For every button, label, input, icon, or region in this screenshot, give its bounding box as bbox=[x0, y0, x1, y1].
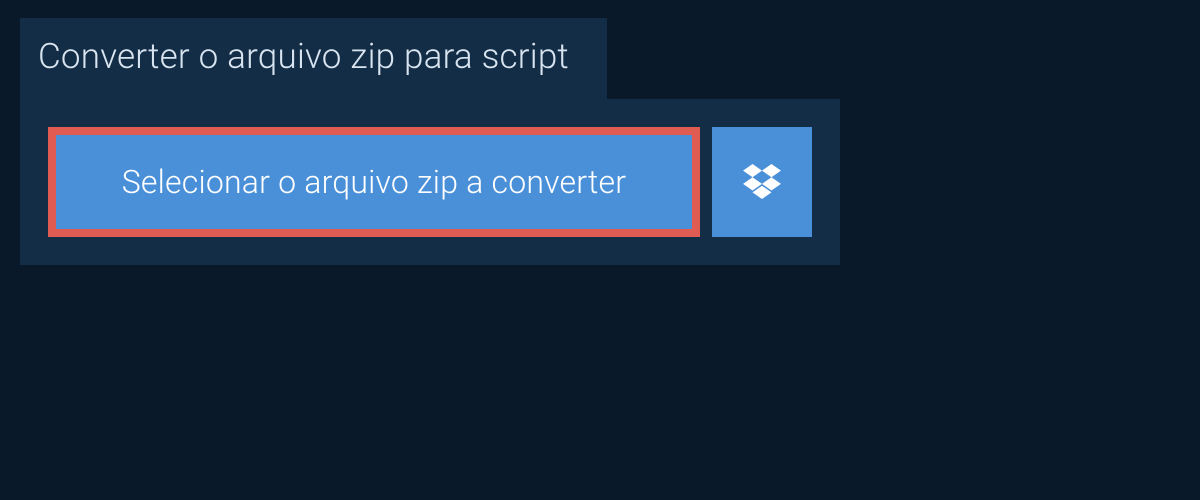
dropbox-icon bbox=[743, 164, 781, 200]
select-file-button[interactable]: Selecionar o arquivo zip a converter bbox=[48, 127, 700, 237]
tab-convert-zip[interactable]: Converter o arquivo zip para script bbox=[20, 18, 607, 99]
select-file-label: Selecionar o arquivo zip a converter bbox=[122, 163, 627, 201]
convert-panel: Selecionar o arquivo zip a converter bbox=[20, 99, 840, 265]
tab-bar: Converter o arquivo zip para script bbox=[0, 0, 1200, 99]
tab-label: Converter o arquivo zip para script bbox=[38, 36, 569, 77]
dropbox-button[interactable] bbox=[712, 127, 812, 237]
